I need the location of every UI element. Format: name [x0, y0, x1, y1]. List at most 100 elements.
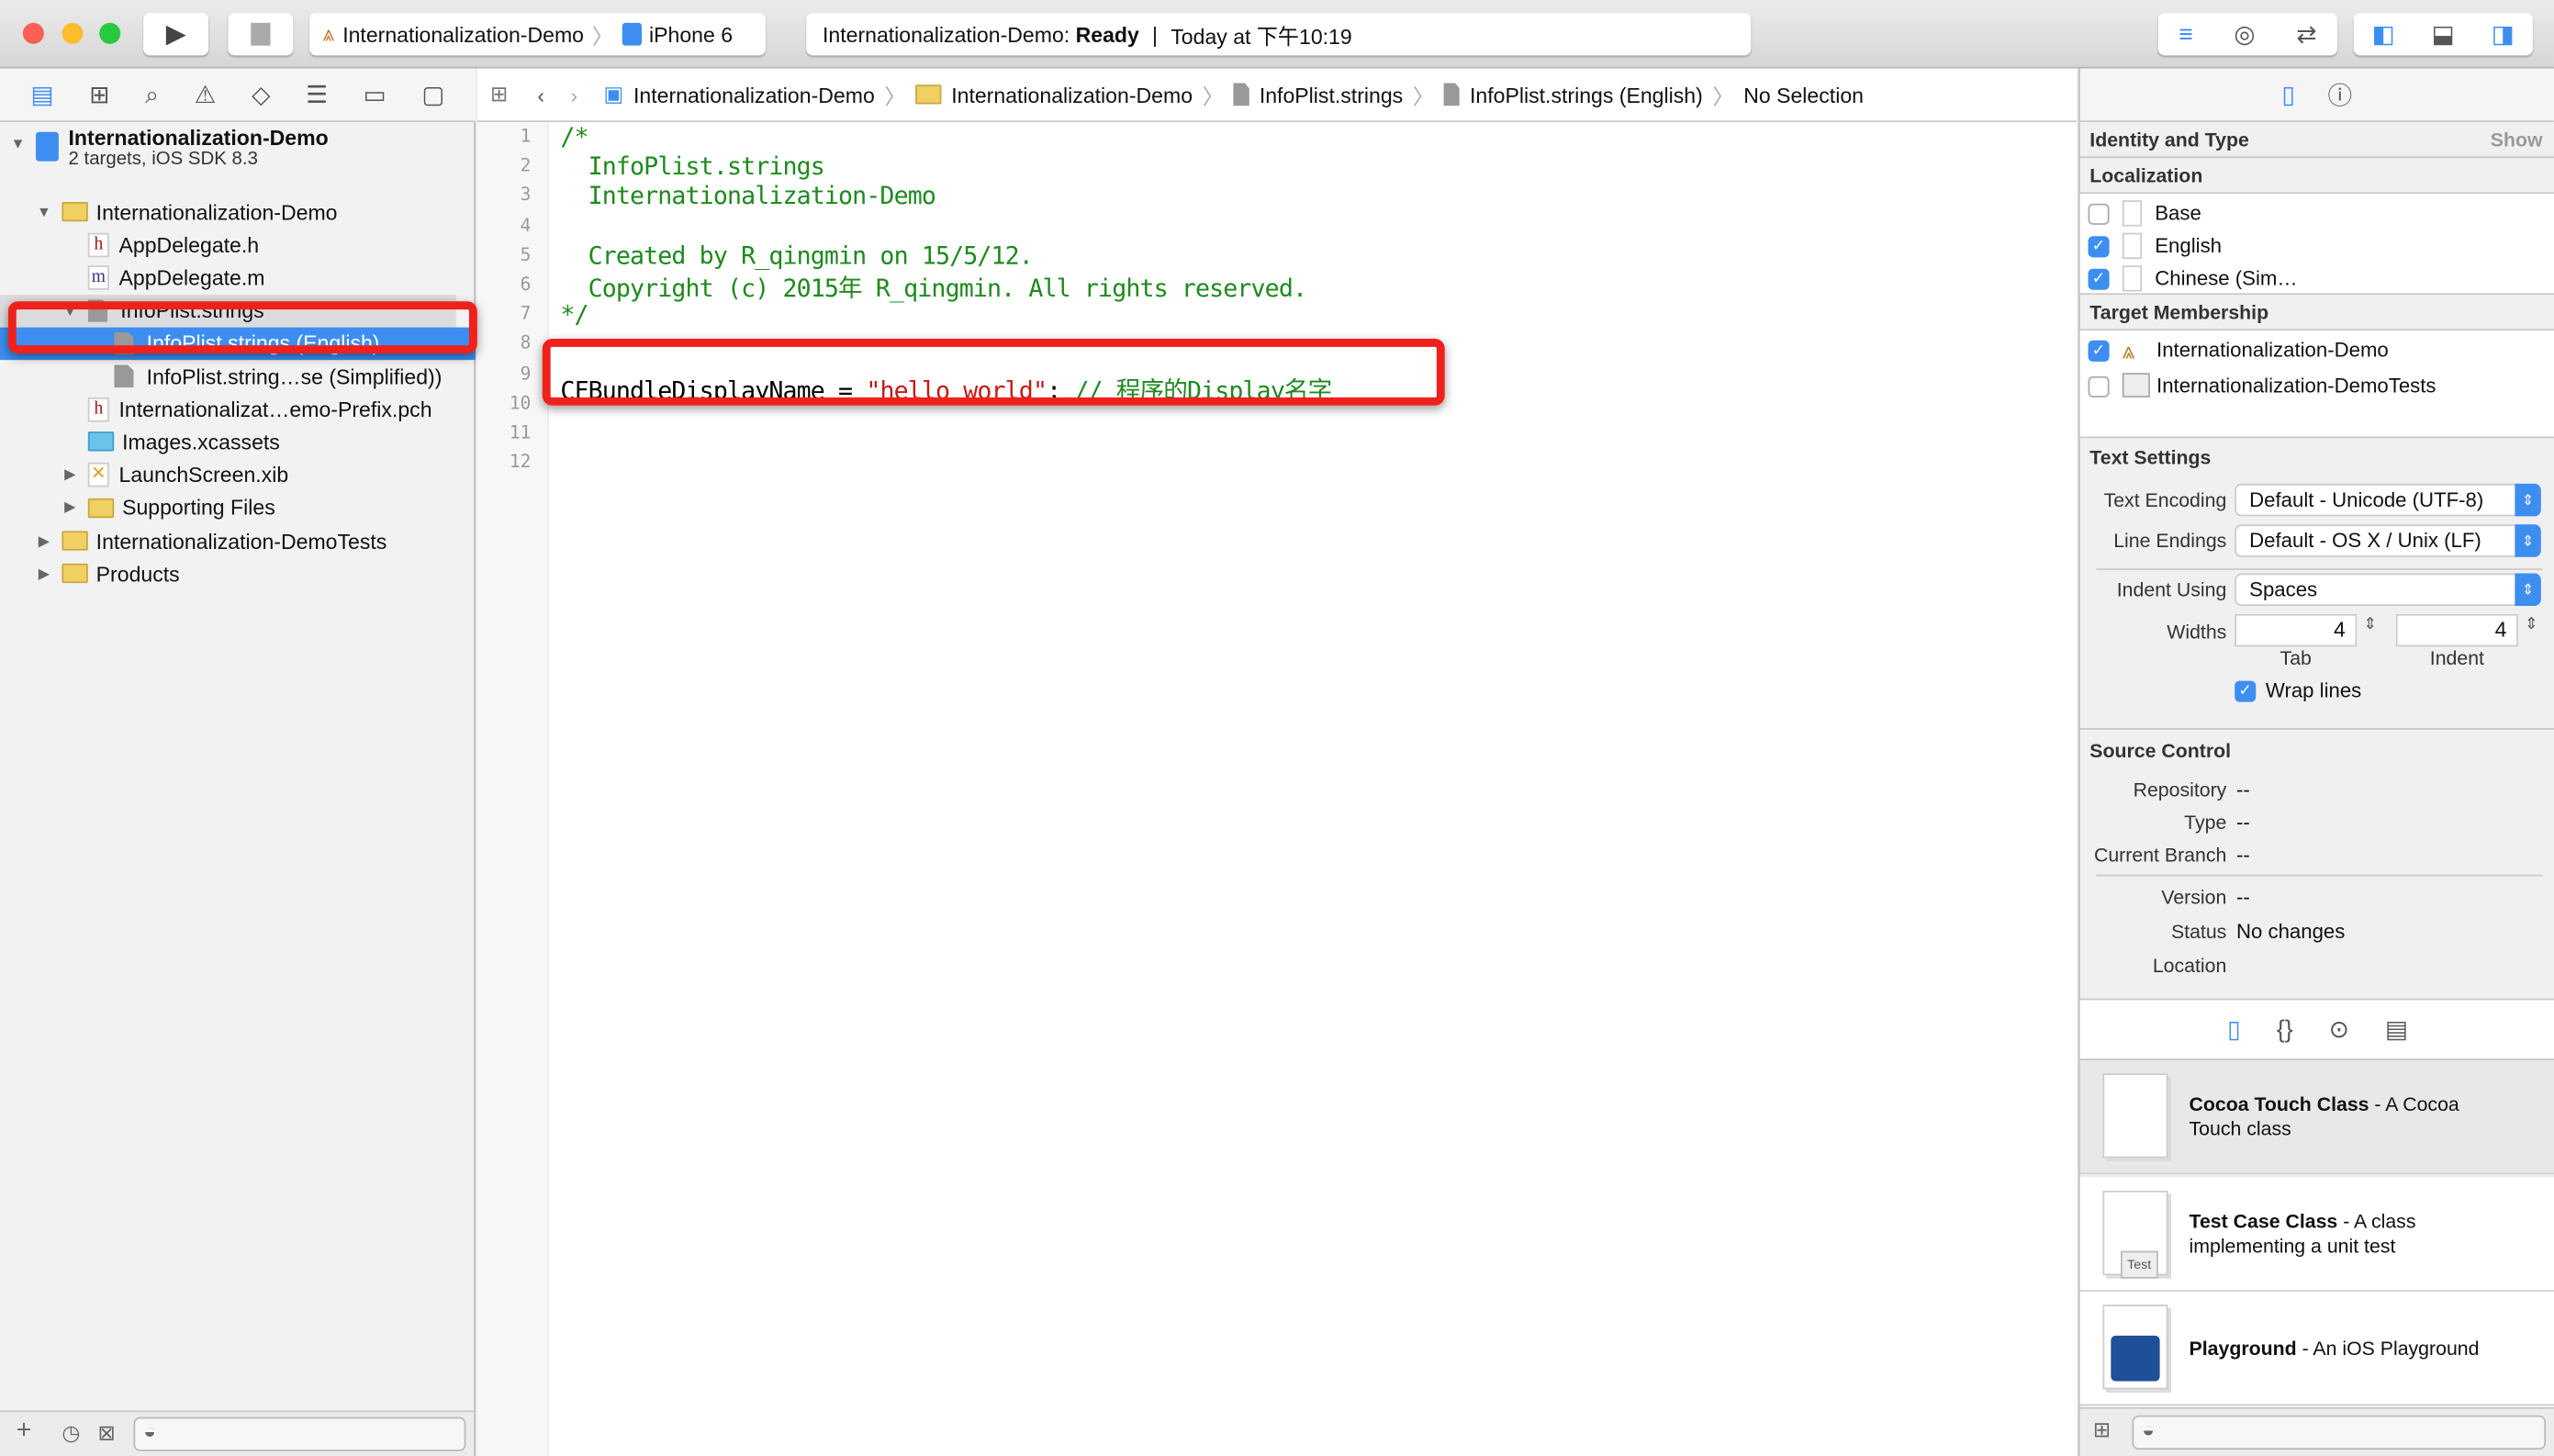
source-editor[interactable]: 1 2 3 4 5 6 7 8 9 10 11 12 /* InfoPlist.strings Int… [476, 122, 2078, 1456]
localization-checkbox[interactable] [2088, 203, 2110, 225]
line-number: 11 [509, 421, 532, 443]
folder-icon[interactable]: ▤ [30, 80, 53, 109]
navigator-item[interactable]: ▶ Products [0, 557, 476, 589]
navigator-item[interactable]: Images.xcassets [0, 426, 476, 458]
line-endings-select[interactable]: Default - OS X / Unix (LF) ⇕ [2235, 524, 2541, 557]
navigator-toggle-icon[interactable]: ◧ [2372, 19, 2395, 49]
localization-checkbox[interactable]: ✓ [2088, 236, 2110, 258]
scheme-selector[interactable]: ⩓ Internationalization-Demo 〉 iPhone 6 [309, 13, 766, 56]
code-snippet-icon[interactable]: {} [2277, 1015, 2293, 1043]
target-checkbox[interactable]: ✓ [2088, 340, 2110, 362]
chevron-updown-icon: ⇕ [2515, 483, 2541, 517]
forward-icon[interactable]: › [570, 83, 577, 107]
search-icon[interactable]: ⌕ [145, 81, 159, 108]
jump-localized-file[interactable]: InfoPlist.strings (English) [1470, 83, 1703, 107]
media-library-icon[interactable]: ▤ [2385, 1014, 2408, 1044]
recent-icon[interactable]: ◷ [62, 1420, 80, 1446]
template-title: Cocoa Touch Class [2189, 1092, 2369, 1116]
file-template-icon[interactable]: ▯ [2227, 1014, 2241, 1044]
file-inspector-icon[interactable]: ▯ [2281, 80, 2295, 109]
status-project: Internationalization-Demo: [822, 21, 1076, 47]
navigator-item[interactable]: InfoPlist.string…se (Simplified)) [0, 360, 476, 392]
source-control-header: Source Control [2089, 739, 2232, 763]
zoom-button[interactable] [99, 22, 121, 44]
navigator-filter-input[interactable]: ◒ [133, 1417, 466, 1451]
run-button[interactable]: ▶ [143, 13, 209, 56]
tab-width-field[interactable]: 4 [2235, 613, 2358, 647]
jump-project[interactable]: Internationalization-Demo [633, 83, 875, 107]
jump-file[interactable]: InfoPlist.strings [1260, 83, 1403, 107]
test-case-icon: Test [2102, 1190, 2168, 1279]
jump-selection[interactable]: No Selection [1743, 83, 1864, 107]
tab-label: Tab [2280, 646, 2312, 670]
navigator-item[interactable]: h Internationalizat…emo-Prefix.pch [0, 393, 476, 425]
app-icon: ⩓ [322, 21, 335, 46]
line-number: 4 [520, 214, 532, 236]
debug-toggle-icon[interactable]: ⬓ [2432, 19, 2455, 49]
symbol-navigator-icon[interactable]: ⊞ [89, 80, 109, 109]
breakpoint-icon[interactable]: ▭ [364, 80, 386, 109]
library-filter-input[interactable]: ◒ [2132, 1415, 2547, 1450]
disclosure-closed-icon[interactable]: ▶ [36, 532, 52, 550]
project-root[interactable]: ▼ Internationalization-Demo 2 targets, iO… [0, 126, 476, 181]
navigator-item-label: Internationalization-DemoTests [95, 528, 387, 554]
navigator-filter-bar: + ◷ ⊠ ◒ [0, 1410, 476, 1456]
tab-stepper[interactable]: ⇕ [2363, 616, 2377, 634]
version-editor-icon[interactable]: ⇄ [2296, 19, 2316, 49]
library-template-item[interactable]: Test Test Case Class - A class implementi… [2079, 1177, 2554, 1292]
utilities-toggle-icon[interactable]: ◨ [2492, 19, 2515, 49]
code-line: Internationalization-Demo [560, 181, 936, 211]
quick-help-icon[interactable]: ⓘ [2328, 77, 2353, 111]
source-control-value: -- [2235, 844, 2250, 867]
disclosure-open-icon[interactable]: ▼ [36, 204, 52, 220]
library-template-item[interactable]: Playground - An iOS Playground [2079, 1291, 2554, 1406]
jump-group[interactable]: Internationalization-Demo [951, 83, 1193, 107]
grid-view-icon[interactable]: ⊞ [2093, 1417, 2111, 1443]
file-inspector: Identity and Type Show Localization Base ✓… [2078, 122, 2554, 1456]
seesaw-icon [2111, 1335, 2160, 1382]
jump-bar: ⊞ ‹ › ▣ Internationalization-Demo 〉 Inter… [476, 68, 2078, 123]
navigator-item[interactable]: ▶ ✕ LaunchScreen.xib [0, 459, 476, 491]
source-control-label: Location [2152, 954, 2227, 978]
disclosure-closed-icon[interactable]: ▶ [62, 498, 78, 517]
object-library-icon[interactable]: ⊙ [2329, 1014, 2349, 1044]
warning-icon[interactable]: ⚠ [195, 80, 217, 109]
device-name[interactable]: iPhone 6 [649, 22, 733, 47]
widths-label: Widths [2167, 620, 2227, 644]
indent-using-select[interactable]: Spaces ⇕ [2235, 573, 2541, 607]
asset-catalog-icon [87, 431, 115, 453]
debug-icon[interactable]: ☰ [306, 80, 328, 109]
navigator-item[interactable]: ▶ Supporting Files [0, 491, 476, 523]
target-checkbox[interactable] [2088, 375, 2110, 398]
navigator-item[interactable]: h AppDelegate.h [0, 229, 476, 261]
library-template-item[interactable]: Cocoa Touch Class - A Cocoa Touch class [2079, 1060, 2554, 1175]
disclosure-closed-icon[interactable]: ▶ [36, 565, 52, 583]
navigator-item[interactable]: m AppDelegate.m [0, 262, 476, 294]
test-icon[interactable]: ◇ [252, 80, 270, 109]
navigator-item[interactable]: ▼ Internationalization-Demo [0, 196, 476, 228]
stop-button[interactable] [228, 13, 294, 56]
show-button[interactable]: Show [2491, 122, 2543, 158]
wrap-lines-checkbox[interactable]: ✓ [2235, 680, 2257, 702]
minimize-button[interactable] [62, 22, 84, 44]
scm-filter-icon[interactable]: ⊠ [97, 1420, 115, 1446]
assistant-editor-icon[interactable]: ◎ [2234, 19, 2255, 49]
report-icon[interactable]: ▢ [421, 80, 444, 109]
back-icon[interactable]: ‹ [537, 83, 544, 107]
navigator-item-label: AppDelegate.h [118, 232, 260, 257]
close-button[interactable] [22, 22, 44, 44]
disclosure-closed-icon[interactable]: ▶ [62, 466, 78, 485]
indent-width-field[interactable]: 4 [2395, 613, 2518, 647]
indent-stepper[interactable]: ⇕ [2525, 616, 2538, 634]
text-encoding-label: Text Encoding [2103, 488, 2227, 512]
navigator-item[interactable]: ▶ Internationalization-DemoTests [0, 524, 476, 556]
localization-checkbox[interactable]: ✓ [2088, 268, 2110, 290]
folder-icon [62, 202, 88, 222]
related-items-icon[interactable]: ⊞ [490, 82, 508, 107]
text-encoding-select[interactable]: Default - Unicode (UTF-8) ⇕ [2235, 483, 2541, 517]
add-icon[interactable]: + [17, 1417, 32, 1447]
disclosure-open-icon[interactable]: ▼ [10, 135, 27, 151]
code-line: InfoPlist.strings [560, 151, 825, 182]
xcode-window: ▶ ⩓ Internationalization-Demo 〉 iPhone 6… [0, 0, 2554, 1456]
standard-editor-icon[interactable]: ≡ [2179, 20, 2193, 48]
